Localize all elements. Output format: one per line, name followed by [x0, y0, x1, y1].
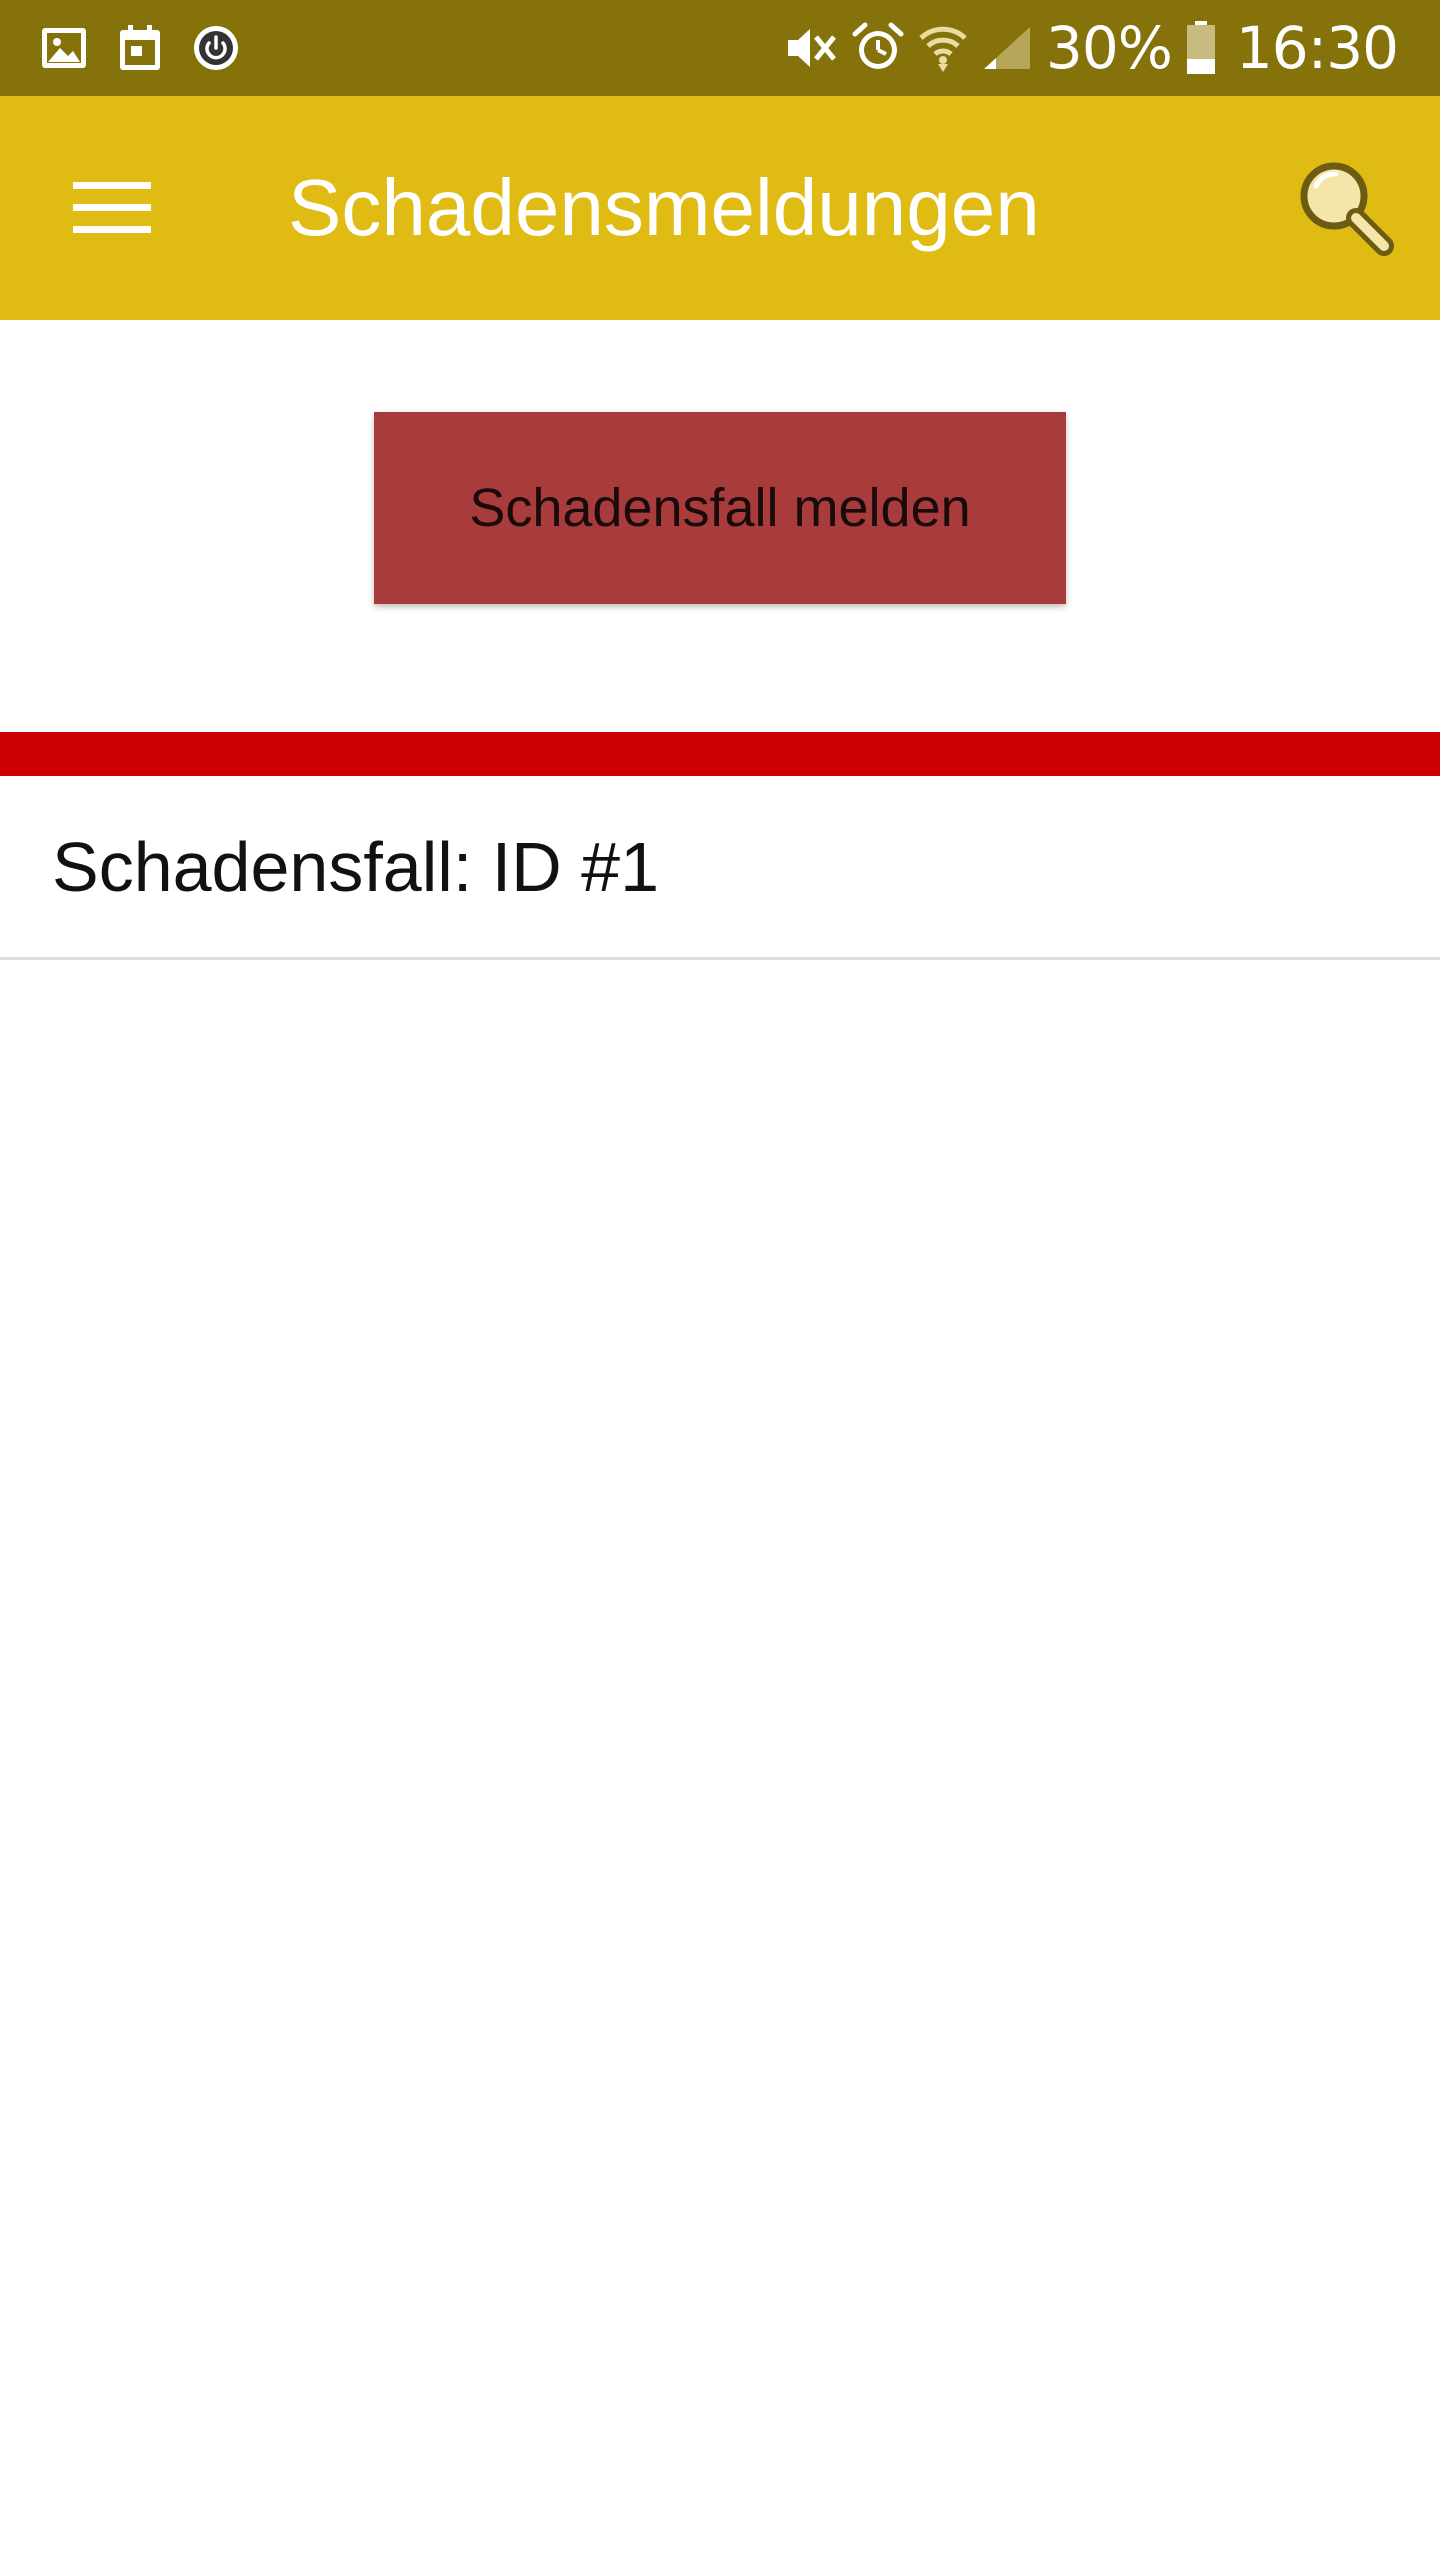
menu-button[interactable] — [40, 148, 184, 268]
search-icon — [1300, 162, 1394, 256]
search-button[interactable] — [1274, 136, 1414, 276]
battery-percent: 30% — [1045, 14, 1173, 82]
page-title: Schadensmeldungen — [288, 163, 1040, 252]
report-damage-button[interactable]: Schadensfall melden — [374, 412, 1066, 604]
power-icon — [194, 26, 238, 70]
section-divider — [0, 732, 1440, 776]
case-list: Schadensfall: ID #1 — [0, 776, 1440, 960]
status-bar: 30% 16:30 — [0, 0, 1440, 96]
hamburger-menu-icon — [73, 182, 151, 233]
alarm-icon — [852, 22, 904, 69]
app-bar: Schadensmeldungen — [0, 96, 1440, 320]
notification-icons — [40, 0, 240, 96]
calendar-icon — [120, 25, 160, 70]
mute-icon — [787, 29, 836, 67]
system-icons: 30% 16:30 — [784, 0, 1399, 96]
gallery-icon — [42, 28, 86, 68]
battery-icon — [1186, 21, 1215, 74]
wifi-icon — [919, 26, 967, 72]
clock-time: 16:30 — [1235, 14, 1399, 82]
list-item[interactable]: Schadensfall: ID #1 — [0, 776, 1440, 960]
signal-icon — [983, 27, 1030, 69]
